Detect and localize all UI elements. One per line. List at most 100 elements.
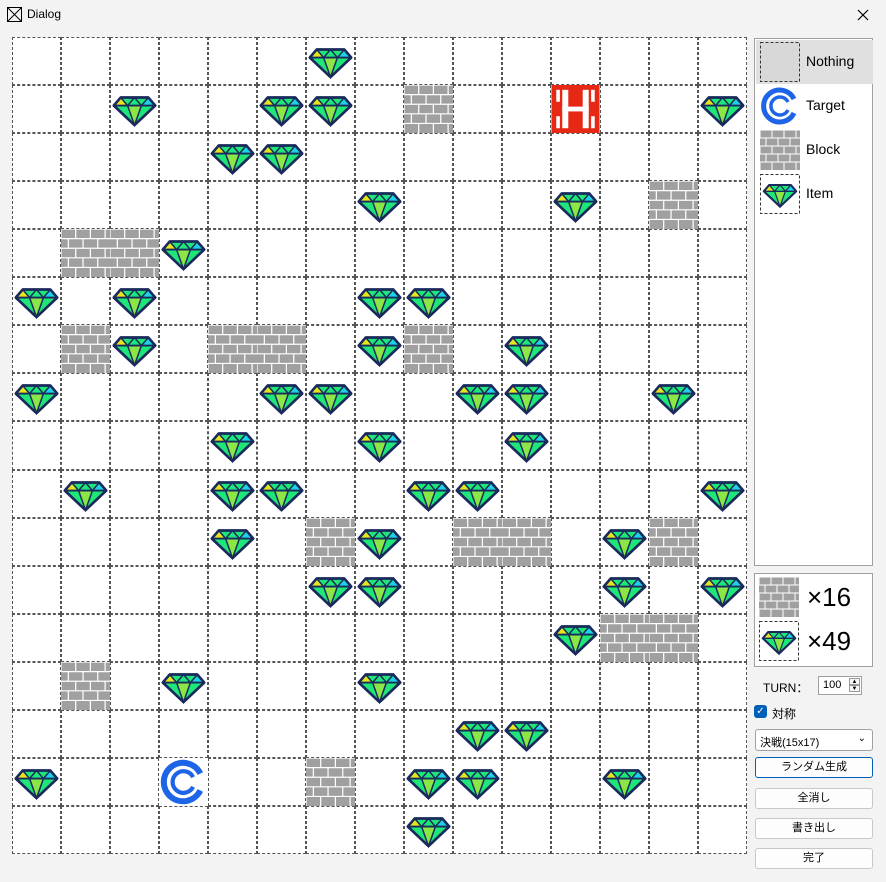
empty-cell[interactable] bbox=[12, 229, 61, 278]
home-base-icon[interactable] bbox=[551, 85, 600, 134]
empty-cell[interactable] bbox=[600, 37, 649, 86]
empty-cell[interactable] bbox=[306, 421, 355, 470]
empty-cell[interactable] bbox=[12, 37, 61, 86]
empty-cell[interactable] bbox=[551, 709, 600, 758]
empty-cell[interactable] bbox=[208, 565, 257, 614]
gem-icon[interactable] bbox=[698, 565, 747, 614]
empty-cell[interactable] bbox=[698, 421, 747, 470]
empty-cell[interactable] bbox=[502, 277, 551, 326]
empty-cell[interactable] bbox=[649, 133, 698, 182]
empty-cell[interactable] bbox=[355, 709, 404, 758]
empty-cell[interactable] bbox=[110, 709, 159, 758]
empty-cell[interactable] bbox=[159, 421, 208, 470]
gem-icon[interactable] bbox=[61, 469, 110, 518]
empty-cell[interactable] bbox=[208, 37, 257, 86]
palette-item-item[interactable]: Item bbox=[756, 172, 873, 216]
empty-cell[interactable] bbox=[502, 805, 551, 854]
empty-cell[interactable] bbox=[551, 373, 600, 422]
palette-item-target[interactable]: Target bbox=[756, 84, 873, 128]
gem-icon[interactable] bbox=[257, 133, 306, 182]
gem-icon[interactable] bbox=[698, 469, 747, 518]
gem-icon[interactable] bbox=[12, 757, 61, 806]
empty-cell[interactable] bbox=[453, 421, 502, 470]
empty-cell[interactable] bbox=[61, 565, 110, 614]
random-generate-button[interactable]: ランダム生成 bbox=[755, 757, 873, 778]
palette-item-nothing[interactable]: Nothing bbox=[756, 40, 873, 84]
gem-icon[interactable] bbox=[257, 373, 306, 422]
empty-cell[interactable] bbox=[502, 757, 551, 806]
empty-cell[interactable] bbox=[159, 85, 208, 134]
map-size-select[interactable]: 決戦(15x17) ⌄ bbox=[755, 729, 873, 751]
empty-cell[interactable] bbox=[453, 613, 502, 662]
empty-cell[interactable] bbox=[208, 181, 257, 230]
empty-cell[interactable] bbox=[698, 613, 747, 662]
gem-icon[interactable] bbox=[551, 181, 600, 230]
block-tile[interactable] bbox=[208, 325, 257, 374]
empty-cell[interactable] bbox=[698, 709, 747, 758]
empty-cell[interactable] bbox=[453, 229, 502, 278]
empty-cell[interactable] bbox=[649, 805, 698, 854]
empty-cell[interactable] bbox=[61, 133, 110, 182]
empty-cell[interactable] bbox=[551, 661, 600, 710]
empty-cell[interactable] bbox=[649, 661, 698, 710]
gem-icon[interactable] bbox=[159, 229, 208, 278]
empty-cell[interactable] bbox=[159, 181, 208, 230]
empty-cell[interactable] bbox=[306, 181, 355, 230]
empty-cell[interactable] bbox=[12, 133, 61, 182]
empty-cell[interactable] bbox=[306, 613, 355, 662]
gem-icon[interactable] bbox=[306, 85, 355, 134]
empty-cell[interactable] bbox=[649, 325, 698, 374]
empty-cell[interactable] bbox=[159, 37, 208, 86]
empty-cell[interactable] bbox=[61, 373, 110, 422]
empty-cell[interactable] bbox=[208, 757, 257, 806]
empty-cell[interactable] bbox=[306, 133, 355, 182]
empty-cell[interactable] bbox=[355, 229, 404, 278]
empty-cell[interactable] bbox=[208, 805, 257, 854]
empty-cell[interactable] bbox=[159, 517, 208, 566]
palette-item-block[interactable]: Block bbox=[756, 128, 873, 172]
empty-cell[interactable] bbox=[355, 613, 404, 662]
empty-cell[interactable] bbox=[404, 373, 453, 422]
gem-icon[interactable] bbox=[698, 85, 747, 134]
empty-cell[interactable] bbox=[306, 325, 355, 374]
gem-icon[interactable] bbox=[453, 757, 502, 806]
empty-cell[interactable] bbox=[649, 277, 698, 326]
empty-cell[interactable] bbox=[257, 181, 306, 230]
empty-cell[interactable] bbox=[453, 325, 502, 374]
empty-cell[interactable] bbox=[12, 709, 61, 758]
empty-cell[interactable] bbox=[551, 37, 600, 86]
empty-cell[interactable] bbox=[404, 421, 453, 470]
empty-cell[interactable] bbox=[208, 613, 257, 662]
gem-icon[interactable] bbox=[355, 565, 404, 614]
empty-cell[interactable] bbox=[600, 325, 649, 374]
empty-cell[interactable] bbox=[12, 805, 61, 854]
empty-cell[interactable] bbox=[600, 181, 649, 230]
empty-cell[interactable] bbox=[502, 85, 551, 134]
empty-cell[interactable] bbox=[649, 469, 698, 518]
empty-cell[interactable] bbox=[12, 181, 61, 230]
empty-cell[interactable] bbox=[404, 613, 453, 662]
empty-cell[interactable] bbox=[12, 85, 61, 134]
empty-cell[interactable] bbox=[551, 805, 600, 854]
empty-cell[interactable] bbox=[61, 517, 110, 566]
empty-cell[interactable] bbox=[12, 469, 61, 518]
empty-cell[interactable] bbox=[551, 757, 600, 806]
empty-cell[interactable] bbox=[698, 277, 747, 326]
gem-icon[interactable] bbox=[404, 757, 453, 806]
gem-icon[interactable] bbox=[600, 517, 649, 566]
gem-icon[interactable] bbox=[159, 661, 208, 710]
empty-cell[interactable] bbox=[306, 229, 355, 278]
empty-cell[interactable] bbox=[110, 757, 159, 806]
block-tile[interactable] bbox=[306, 757, 355, 806]
gem-icon[interactable] bbox=[551, 613, 600, 662]
gem-icon[interactable] bbox=[453, 469, 502, 518]
empty-cell[interactable] bbox=[453, 805, 502, 854]
empty-cell[interactable] bbox=[257, 709, 306, 758]
done-button[interactable]: 完了 bbox=[755, 848, 873, 869]
empty-cell[interactable] bbox=[208, 373, 257, 422]
gem-icon[interactable] bbox=[12, 373, 61, 422]
empty-cell[interactable] bbox=[159, 613, 208, 662]
empty-cell[interactable] bbox=[208, 277, 257, 326]
spin-up-button[interactable]: ▲ bbox=[849, 678, 860, 685]
empty-cell[interactable] bbox=[551, 469, 600, 518]
